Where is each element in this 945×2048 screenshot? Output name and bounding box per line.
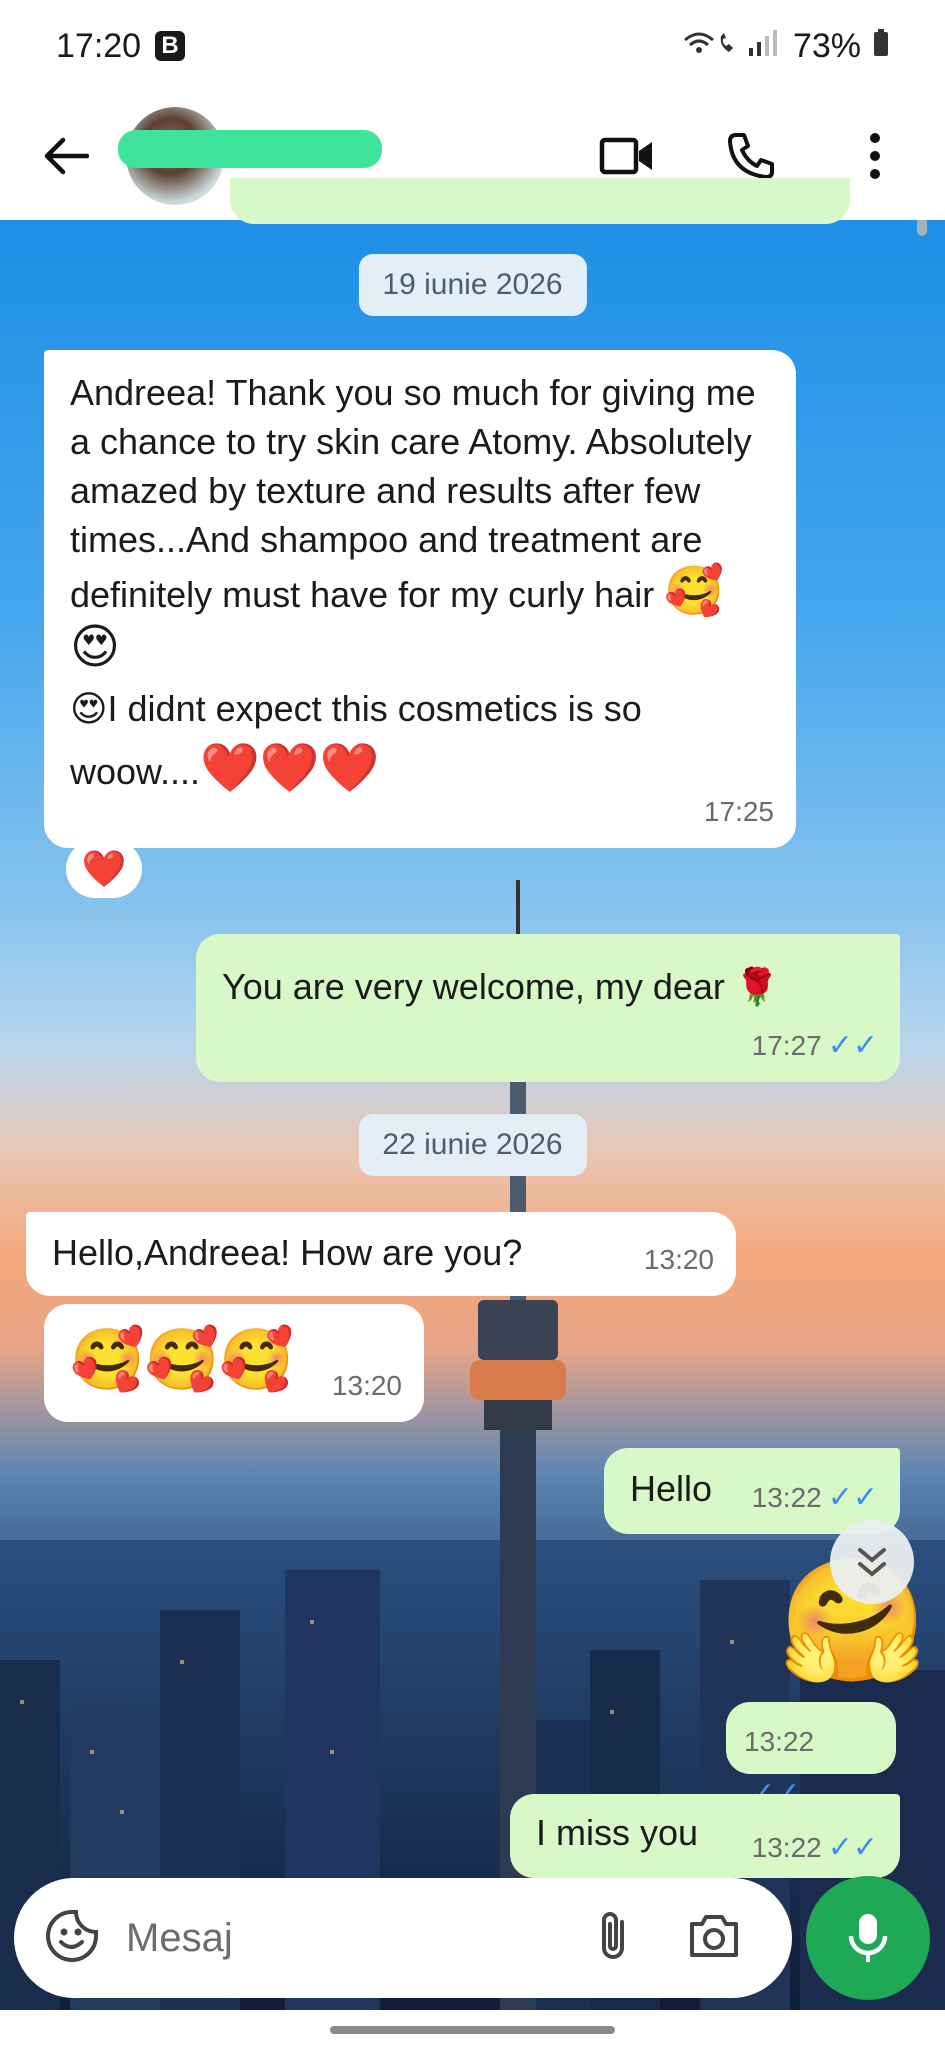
microphone-icon [848,1914,888,1962]
contact-name-redaction[interactable] [118,130,382,168]
outgoing-message[interactable]: I miss you 13:22 ✓✓ [510,1794,900,1878]
sticker-icon[interactable] [44,1908,100,1969]
status-badge: B [155,31,186,61]
video-call-icon[interactable] [599,128,655,184]
outgoing-message[interactable]: You are very welcome, my dear 🌹 17:27 ✓✓ [196,934,900,1082]
scrollbar[interactable] [917,220,927,236]
battery-icon [873,27,889,66]
back-arrow-icon[interactable] [36,126,96,186]
incoming-message[interactable]: Andreea! Thank you so much for giving me… [44,350,796,848]
message-text: Hello [630,1468,713,1509]
message-text-line: woow.... [70,751,201,792]
read-ticks-icon: ✓✓ [827,1831,878,1864]
sticker-timestamp: 13:22 ✓✓ [726,1702,896,1810]
home-gesture-pill[interactable] [330,2026,615,2034]
message-hearts: ❤️❤️❤️ [200,742,380,795]
header-actions [599,128,903,184]
attach-icon[interactable] [596,1908,630,1969]
battery-level: 73% [792,26,861,65]
more-options-icon[interactable] [847,128,903,184]
date-separator: 19 iunie 2026 [358,254,587,316]
message-input[interactable]: Mesaj [126,1916,233,1961]
status-right: 73% [681,27,889,66]
incoming-message[interactable]: Hello,Andreea! How are you? 13:20 [26,1212,736,1296]
status-bar: 17:20 B 73% [0,0,945,92]
message-input-bar[interactable]: Mesaj [14,1878,792,1998]
microphone-button[interactable] [806,1876,930,2000]
camera-icon[interactable] [686,1912,742,1965]
message-text: You are very welcome, my dear 🌹 [222,966,780,1007]
date-separator: 22 iunie 2026 [358,1114,587,1176]
message-text: Hello,Andreea! How are you? [52,1232,523,1273]
scroll-to-bottom-button[interactable] [830,1520,914,1604]
read-ticks-icon: ✓✓ [827,1029,878,1062]
message-emoji: 🥰🥰🥰 [70,1326,295,1393]
wifi-call-signal-icon [681,28,781,65]
reaction-badge[interactable]: ❤️ [66,840,142,898]
read-ticks-icon: ✓✓ [827,1481,878,1514]
message-time: 13:20 [643,1244,714,1275]
voice-call-icon[interactable] [723,128,779,184]
outgoing-message[interactable]: Hello 13:22 ✓✓ [604,1448,900,1534]
message-text: I miss you [536,1812,699,1853]
message-time: 17:25 [703,796,774,827]
message-time: 13:20 [331,1370,402,1401]
status-time: 17:20 [56,26,142,65]
message-time: 13:22 [751,1482,822,1513]
previous-message-bottom[interactable] [230,178,850,224]
message-time: 17:27 [751,1030,822,1061]
message-time: 13:22 [751,1832,822,1863]
incoming-message[interactable]: 🥰🥰🥰 13:20 [44,1304,424,1422]
double-chevron-down-icon [858,1548,886,1577]
message-text-line: 😍I didnt expect this cosmetics is so [70,688,642,729]
system-nav-bar [0,2010,945,2048]
message-text: Andreea! Thank you so much for giving me… [70,372,756,615]
message-time: 13:22 [744,1726,815,1757]
